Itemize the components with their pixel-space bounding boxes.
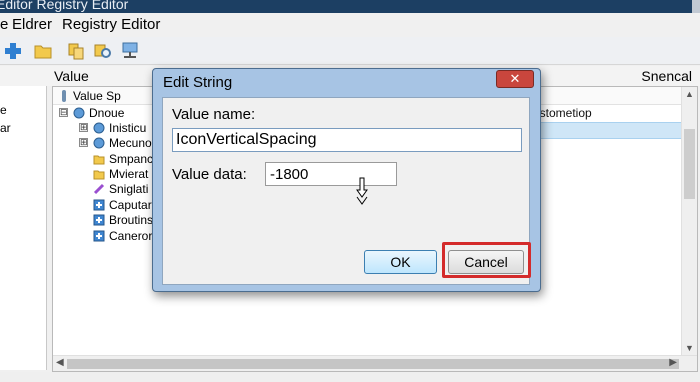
tree-item-label: Dnoue: [89, 106, 125, 120]
menu-item-edit[interactable]: e: [0, 16, 8, 33]
tree-item-label: Caputar: [109, 198, 152, 212]
tree-item-label: Caneror: [109, 229, 153, 243]
find-icon[interactable]: [93, 41, 113, 61]
window-close-button[interactable]: [692, 0, 700, 13]
doc-icon: [93, 230, 105, 242]
toolbar: [0, 37, 700, 65]
row-value-text: istometiop: [537, 106, 592, 120]
value-name-label: Value name:: [172, 106, 256, 123]
ok-button[interactable]: OK: [364, 250, 437, 274]
horizontal-scroll-thumb[interactable]: [67, 359, 679, 369]
horizontal-scrollbar[interactable]: ◀ ▶: [53, 355, 697, 371]
tree-item-label: Mecuno: [109, 136, 152, 150]
collapse-icon[interactable]: ⊟: [59, 108, 68, 117]
left-pane-text: ar: [0, 121, 11, 135]
copy-icon[interactable]: [66, 41, 86, 61]
left-pane-text: e: [0, 103, 7, 117]
edit-string-dialog: Edit String ✕ Value name: IconVerticalSp…: [152, 68, 541, 292]
network-icon: [93, 122, 105, 134]
value-name-field[interactable]: IconVerticalSpacing: [172, 128, 522, 152]
window-title-bar: Editor Registry Editor: [0, 0, 700, 13]
menu-bar: e Eldrer Registry Editor: [0, 13, 700, 37]
tree-item-label: Smpanc: [109, 152, 154, 166]
tree-item-label: Inisticu: [109, 121, 147, 135]
scroll-up-icon[interactable]: ▲: [685, 89, 694, 99]
tree-item-label: Broutins: [109, 213, 154, 227]
add-icon[interactable]: [3, 41, 23, 61]
dialog-close-button[interactable]: ✕: [496, 70, 534, 88]
tree-item-label: Mvierat: [109, 167, 149, 181]
network-icon: [73, 107, 85, 119]
network-icon[interactable]: [120, 41, 140, 61]
right-column-header[interactable]: Snencal: [641, 68, 692, 84]
expand-icon[interactable]: ⊞: [79, 123, 88, 132]
doc-icon: [93, 199, 105, 211]
tree-item-label: Sniglati: [109, 182, 149, 196]
doc-icon: [93, 214, 105, 226]
folder-icon: [93, 153, 105, 165]
mouse-cursor-icon: [355, 177, 369, 205]
network-icon: [93, 137, 105, 149]
link-icon: [93, 183, 105, 195]
menu-item-registry-editor[interactable]: Registry Editor: [62, 16, 160, 33]
folder-icon[interactable]: [33, 41, 53, 61]
status-bar: [0, 372, 700, 382]
expand-icon[interactable]: ⊞: [79, 138, 88, 147]
folder-icon: [93, 168, 105, 180]
scroll-down-icon[interactable]: ▼: [685, 343, 694, 353]
selected-row[interactable]: [523, 122, 683, 139]
value-data-label: Value data:: [172, 166, 247, 183]
vertical-scroll-thumb[interactable]: [684, 129, 695, 199]
vertical-scrollbar[interactable]: ▲ ▼: [681, 87, 697, 371]
value-column-header[interactable]: Value: [54, 68, 89, 84]
dialog-body: Value name: IconVerticalSpacing Value da…: [162, 97, 531, 285]
scroll-left-icon[interactable]: ◀: [56, 357, 64, 368]
tree-column-label: Value Sp: [73, 89, 121, 103]
left-pane: e ar: [0, 86, 47, 370]
cancel-button[interactable]: Cancel: [448, 250, 524, 274]
value-data-field[interactable]: -1800: [265, 162, 397, 186]
info-icon: [59, 89, 69, 103]
dialog-title: Edit String: [163, 74, 233, 91]
menu-item-eldrer[interactable]: Eldrer: [12, 16, 52, 33]
window-title: Editor Registry Editor: [0, 0, 129, 12]
scroll-right-icon[interactable]: ▶: [669, 357, 677, 368]
